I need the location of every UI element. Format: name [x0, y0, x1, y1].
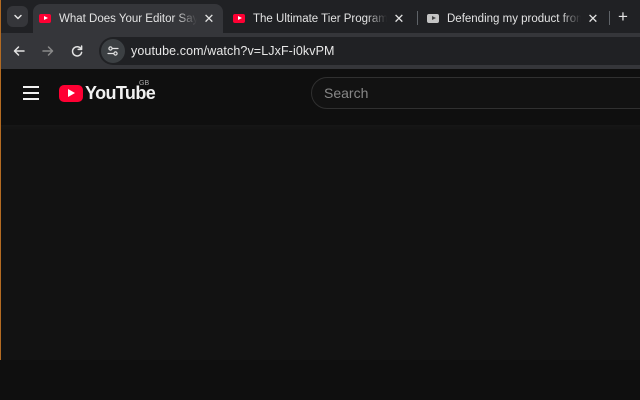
address-bar[interactable]: youtube.com/watch?v=LJxF-i0kvPM: [99, 37, 640, 65]
youtube-play-icon: [59, 84, 83, 102]
forward-arrow-icon: [42, 46, 54, 56]
reload-icon: [71, 45, 83, 57]
page-content: [1, 125, 640, 360]
chevron-down-icon: [13, 14, 22, 19]
tab-strip: What Does Your Editor Say Abo ✕ The Ulti…: [1, 0, 640, 33]
back-arrow-icon: [13, 46, 25, 56]
close-tab-icon[interactable]: ✕: [585, 11, 601, 27]
youtube-favicon-icon: [427, 14, 439, 23]
close-tab-icon[interactable]: ✕: [201, 11, 217, 27]
desktop-background: [0, 360, 640, 400]
tab-title: What Does Your Editor Say Abo: [59, 12, 197, 25]
search-input[interactable]: Search: [311, 77, 640, 109]
back-button[interactable]: [9, 41, 29, 61]
browser-window: What Does Your Editor Say Abo ✕ The Ulti…: [0, 0, 640, 360]
reload-button[interactable]: [67, 41, 87, 61]
menu-icon[interactable]: [21, 83, 41, 103]
tab-3[interactable]: Defending my product from the ✕: [421, 4, 607, 33]
search-placeholder: Search: [324, 85, 369, 101]
tab-search-button[interactable]: [7, 6, 28, 27]
youtube-favicon-icon: [39, 14, 51, 23]
site-info-button[interactable]: [101, 39, 125, 63]
youtube-header: YouTube Search: [1, 69, 640, 125]
tab-title: The Ultimate Tier Programming: [253, 12, 387, 25]
region-code: GB: [139, 80, 150, 87]
tune-icon: [107, 46, 119, 56]
tab-title: Defending my product from the: [447, 12, 581, 25]
new-tab-button[interactable]: +: [613, 7, 633, 27]
close-tab-icon[interactable]: ✕: [391, 11, 407, 27]
browser-toolbar: youtube.com/watch?v=LJxF-i0kvPM: [1, 33, 640, 69]
youtube-favicon-icon: [233, 14, 245, 23]
tab-separator: [417, 11, 418, 25]
url-text[interactable]: youtube.com/watch?v=LJxF-i0kvPM: [131, 44, 335, 58]
tab-separator: [609, 11, 610, 25]
forward-button[interactable]: [38, 41, 58, 61]
tab-1[interactable]: What Does Your Editor Say Abo ✕: [33, 4, 223, 33]
tab-2[interactable]: The Ultimate Tier Programming ✕: [227, 4, 413, 33]
